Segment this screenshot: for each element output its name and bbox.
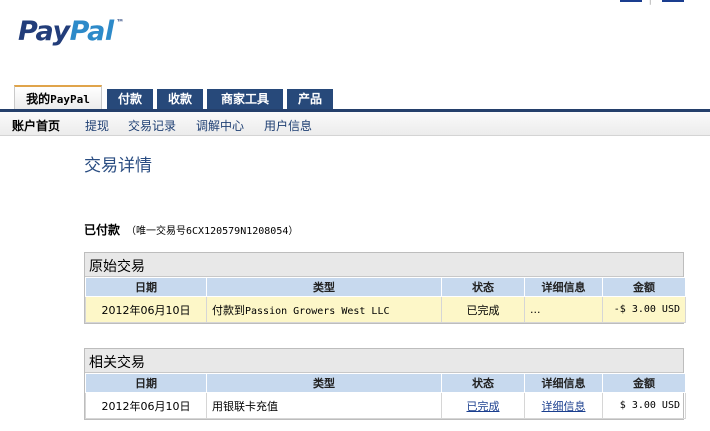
col-status: 状态: [441, 277, 525, 297]
row-status-cell: 已完成: [441, 392, 525, 419]
col-status: 状态: [441, 373, 525, 393]
subnav-resolution-center[interactable]: 调解中心: [196, 117, 244, 134]
subnav-withdraw[interactable]: 提现: [85, 117, 109, 134]
original-transaction-panel: 原始交易 日期 类型 状态 详细信息 金额 2012年06月10日 付款到Pas…: [84, 252, 686, 324]
tab-receive-money-label: 收款: [167, 92, 192, 106]
logo-pay: Pay: [18, 16, 70, 47]
related-transaction-table: 日期 类型 状态 详细信息 金额 2012年06月10日 用银联卡充值 已完成 …: [85, 373, 686, 419]
subnav-profile[interactable]: 用户信息: [264, 117, 312, 134]
col-date: 日期: [85, 373, 207, 393]
original-transaction-title: 原始交易: [85, 253, 683, 277]
tab-products-label: 产品: [297, 92, 322, 106]
tab-my-paypal[interactable]: 我的PayPal: [14, 85, 102, 109]
related-transaction-panel: 相关交易 日期 类型 状态 详细信息 金额 2012年06月10日 用银联卡充值…: [84, 348, 686, 420]
col-details: 详细信息: [524, 277, 603, 297]
row-amount: $ 3.00 USD: [602, 392, 686, 419]
tab-merchant-tools-label: 商家工具: [220, 92, 269, 106]
col-amount: 金额: [602, 277, 686, 297]
row-type: 付款到Passion Growers West LLC: [206, 296, 442, 323]
tab-send-money[interactable]: 付款: [107, 89, 153, 109]
row-status-link[interactable]: 已完成: [467, 400, 500, 413]
original-transaction-table: 日期 类型 状态 详细信息 金额 2012年06月10日 付款到Passion …: [85, 277, 686, 323]
page-title: 交易详情: [84, 156, 152, 176]
sub-navigation: 账户首页 提现 交易记录 调解中心 用户信息: [0, 112, 710, 136]
logo-pal: Pal: [69, 16, 115, 47]
transaction-id: （唯一交易号6CX120579N1208054）: [126, 226, 299, 237]
main-tab-bar: 我的PayPal 付款 收款 商家工具 产品: [0, 85, 710, 112]
payment-status: 已付款: [84, 223, 121, 237]
col-type: 类型: [206, 277, 442, 297]
top-link-separator: |: [649, 0, 652, 5]
tab-receive-money[interactable]: 收款: [157, 89, 203, 109]
table-header-row: 日期 类型 状态 详细信息 金额: [85, 277, 686, 297]
top-link-2[interactable]: [662, 0, 684, 2]
tab-my-paypal-label: 我的: [26, 92, 51, 106]
row-date: 2012年06月10日: [85, 392, 207, 419]
col-details: 详细信息: [524, 373, 603, 393]
row-type-prefix: 付款到: [212, 303, 245, 317]
logo-trademark: ™: [116, 18, 124, 27]
table-row: 2012年06月10日 付款到Passion Growers West LLC …: [85, 296, 686, 323]
subnav-history[interactable]: 交易记录: [128, 117, 176, 134]
tab-my-paypal-suffix: PayPal: [50, 93, 90, 106]
row-type: 用银联卡充值: [206, 392, 442, 419]
row-status: 已完成: [441, 296, 525, 323]
table-row: 2012年06月10日 用银联卡充值 已完成 详细信息 $ 3.00 USD: [85, 392, 686, 419]
col-amount: 金额: [602, 373, 686, 393]
row-amount: -$ 3.00 USD: [602, 296, 686, 323]
tab-merchant-tools[interactable]: 商家工具: [207, 89, 283, 109]
col-date: 日期: [85, 277, 207, 297]
row-details: ...: [524, 296, 603, 323]
row-date: 2012年06月10日: [85, 296, 207, 323]
tab-products[interactable]: 产品: [287, 89, 333, 109]
row-details-link[interactable]: 详细信息: [542, 400, 586, 413]
tab-send-money-label: 付款: [117, 92, 142, 106]
top-link-1[interactable]: [620, 0, 642, 2]
subnav-account-home[interactable]: 账户首页: [12, 117, 60, 134]
table-header-row: 日期 类型 状态 详细信息 金额: [85, 373, 686, 393]
row-type-recipient: Passion Growers West LLC: [245, 305, 390, 317]
row-details-cell: 详细信息: [524, 392, 603, 419]
top-links: |: [620, 0, 684, 5]
related-transaction-title: 相关交易: [85, 349, 683, 373]
col-type: 类型: [206, 373, 442, 393]
paypal-logo[interactable]: PayPal ™: [18, 16, 124, 47]
transaction-status-line: 已付款 （唯一交易号6CX120579N1208054）: [84, 221, 298, 238]
